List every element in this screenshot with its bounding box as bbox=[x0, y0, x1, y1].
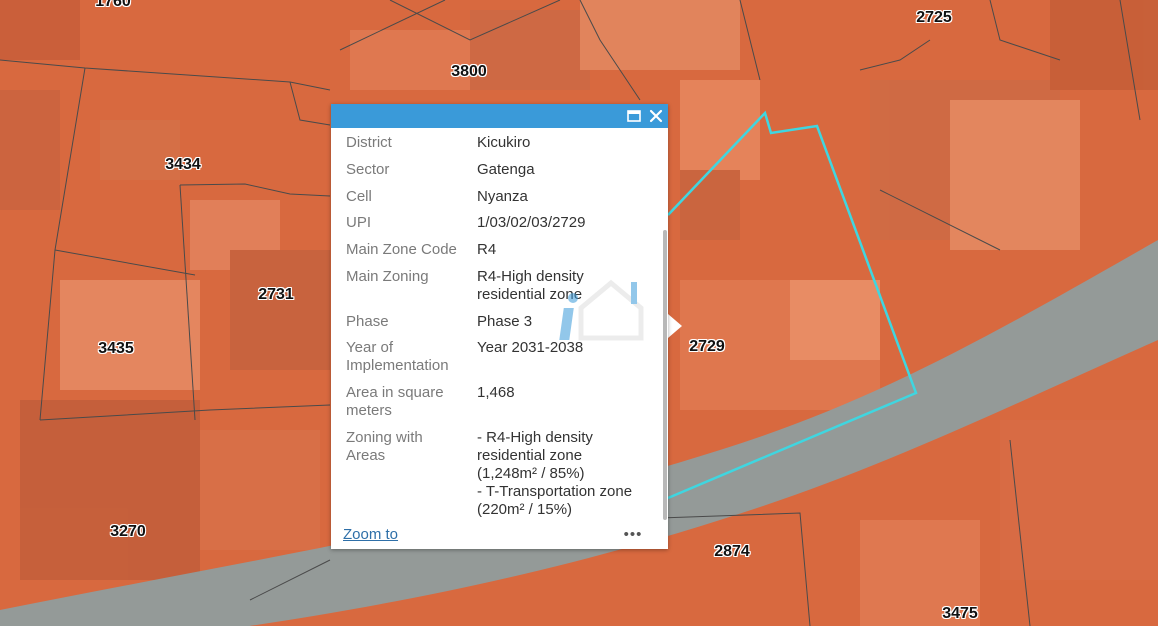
field-label: District bbox=[346, 134, 392, 151]
parcel-label-2874[interactable]: 2874 bbox=[714, 543, 750, 561]
parcel-label-2729[interactable]: 2729 bbox=[689, 338, 725, 356]
field-label: Main Zone Code bbox=[346, 241, 457, 258]
parcel-label-1760[interactable]: 1760 bbox=[95, 0, 131, 11]
popup-header bbox=[331, 104, 668, 128]
field-label: Sector bbox=[346, 161, 390, 178]
popup-pointer bbox=[668, 314, 682, 338]
watermark-logo bbox=[511, 278, 651, 358]
field-label: UPI bbox=[346, 214, 372, 231]
field-value: Gatenga bbox=[477, 161, 535, 178]
popup-scrollbar[interactable] bbox=[662, 128, 668, 526]
field-value: 1,468 bbox=[477, 384, 515, 401]
parcel-label-3800[interactable]: 3800 bbox=[451, 63, 487, 81]
parcel-label-3270[interactable]: 3270 bbox=[110, 523, 146, 541]
field-value: Nyanza bbox=[477, 188, 528, 205]
parcel-label-3434[interactable]: 3434 bbox=[165, 156, 201, 174]
info-popup: District Kicukiro Sector Gatenga Cell Ny… bbox=[331, 104, 668, 549]
field-value: Kicukiro bbox=[477, 134, 531, 151]
field-label: Cell bbox=[346, 188, 372, 205]
field-label: Main Zoning bbox=[346, 268, 429, 285]
field-value: R4 bbox=[477, 241, 497, 258]
more-options-button[interactable]: ••• bbox=[621, 526, 645, 544]
parcel-label-3435[interactable]: 3435 bbox=[98, 340, 134, 358]
popup-content[interactable]: District Kicukiro Sector Gatenga Cell Ny… bbox=[331, 128, 662, 518]
popup-footer: Zoom to ••• bbox=[331, 524, 668, 549]
field-label: Year of Implementation bbox=[346, 339, 449, 374]
parcel-label-2725[interactable]: 2725 bbox=[916, 9, 952, 27]
scrollbar-thumb[interactable] bbox=[663, 230, 667, 520]
maximize-icon[interactable] bbox=[625, 107, 643, 125]
zoom-to-link[interactable]: Zoom to bbox=[343, 526, 398, 543]
field-label: Phase bbox=[346, 313, 389, 330]
field-label: Zoning with Areas bbox=[346, 429, 423, 464]
field-value: - R4-High density residential zone (1,24… bbox=[477, 429, 633, 518]
close-icon[interactable] bbox=[647, 107, 665, 125]
parcel-label-3475[interactable]: 3475 bbox=[942, 605, 978, 623]
field-label: Area in square meters bbox=[346, 384, 444, 419]
field-value: 1/03/02/03/2729 bbox=[477, 214, 586, 231]
parcel-label-2731[interactable]: 2731 bbox=[258, 286, 294, 304]
